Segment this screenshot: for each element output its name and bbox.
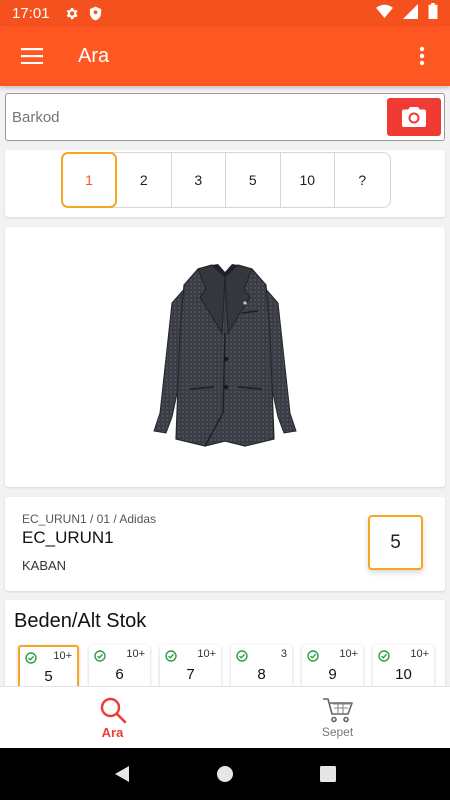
size-list: 10+ 5 10+ 6 10+ 7 3 8 10+ 9 10+ 10	[18, 645, 434, 690]
home-button[interactable]	[210, 759, 240, 789]
size-stock: 10+	[339, 648, 358, 660]
check-circle-icon	[94, 649, 106, 667]
size-label: 6	[115, 666, 124, 683]
check-circle-icon	[307, 649, 319, 667]
battery-icon	[428, 3, 438, 23]
camera-icon	[402, 107, 426, 127]
shield-icon	[89, 6, 102, 21]
cart-icon	[322, 698, 353, 723]
recents-square-icon	[320, 766, 337, 782]
product-info-card: EC_URUN1 / 01 / Adidas EC_URUN1 KABAN 5	[5, 497, 445, 591]
quantity-option-2[interactable]: 2	[117, 153, 172, 207]
product-category: KABAN	[22, 558, 67, 573]
size-label: 5	[44, 668, 53, 685]
size-label: 10	[395, 666, 412, 683]
quantity-option-1[interactable]: 1	[61, 152, 117, 208]
hamburger-icon	[21, 48, 43, 64]
check-circle-icon	[236, 649, 248, 667]
nav-item-sepet[interactable]: Sepet	[225, 687, 450, 748]
page-title: Ara	[78, 44, 110, 67]
size-item-10[interactable]: 10+ 10	[373, 645, 434, 690]
check-circle-icon	[378, 649, 390, 667]
status-bar: 17:01	[0, 0, 450, 26]
product-image	[153, 264, 297, 447]
barcode-input[interactable]	[6, 108, 387, 126]
size-stock: 10+	[197, 648, 216, 660]
product-image-card	[5, 227, 445, 487]
search-icon	[100, 697, 126, 723]
product-subtitle: EC_URUN1 / 01 / Adidas	[22, 512, 157, 526]
quantity-selector-card: 1 2 3 5 10 ?	[5, 150, 445, 217]
size-stock: 10+	[53, 650, 72, 662]
settings-icon	[64, 6, 79, 21]
size-label: 9	[328, 666, 337, 683]
size-label: 8	[257, 666, 266, 683]
signal-icon	[403, 3, 418, 23]
nav-item-ara[interactable]: Ara	[0, 687, 225, 748]
size-stock: 3	[280, 648, 287, 660]
size-item-5[interactable]: 10+ 5	[18, 645, 79, 690]
nav-label-sepet: Sepet	[321, 725, 354, 739]
menu-button[interactable]	[16, 40, 48, 72]
quantity-option-10[interactable]: 10	[280, 153, 335, 207]
back-button[interactable]	[107, 759, 137, 789]
size-item-8[interactable]: 3 8	[231, 645, 292, 690]
check-circle-icon	[25, 651, 37, 669]
size-section-title: Beden/Alt Stok	[14, 610, 147, 632]
product-quantity[interactable]: 5	[368, 515, 423, 570]
quantity-options: 1 2 3 5 10 ?	[61, 152, 391, 208]
size-label: 7	[186, 666, 195, 683]
bottom-navigation: Ara Sepet	[0, 686, 450, 748]
more-options-button[interactable]	[410, 40, 434, 72]
size-stock: 10+	[126, 648, 145, 660]
size-item-7[interactable]: 10+ 7	[160, 645, 221, 690]
status-time: 17:01	[12, 4, 50, 22]
nav-label-ara: Ara	[101, 724, 124, 740]
system-navigation-bar	[0, 748, 450, 800]
wifi-icon	[376, 4, 393, 22]
app-bar: Ara	[0, 26, 450, 86]
size-item-9[interactable]: 10+ 9	[302, 645, 363, 690]
camera-scan-button[interactable]	[387, 98, 441, 136]
back-triangle-icon	[114, 766, 129, 782]
size-item-6[interactable]: 10+ 6	[89, 645, 150, 690]
quantity-option-3[interactable]: 3	[171, 153, 226, 207]
more-vert-icon	[419, 46, 425, 66]
product-code: EC_URUN1	[22, 528, 114, 547]
check-circle-icon	[165, 649, 177, 667]
size-stock: 10+	[410, 648, 429, 660]
barcode-search	[5, 93, 445, 141]
quantity-option-5[interactable]: 5	[226, 153, 281, 207]
size-stock-card: Beden/Alt Stok 10+ 5 10+ 6 10+ 7 3 8 10+…	[5, 600, 445, 690]
home-circle-icon	[216, 766, 233, 782]
quantity-option-custom[interactable]: ?	[335, 153, 390, 207]
recents-button[interactable]	[313, 759, 343, 789]
